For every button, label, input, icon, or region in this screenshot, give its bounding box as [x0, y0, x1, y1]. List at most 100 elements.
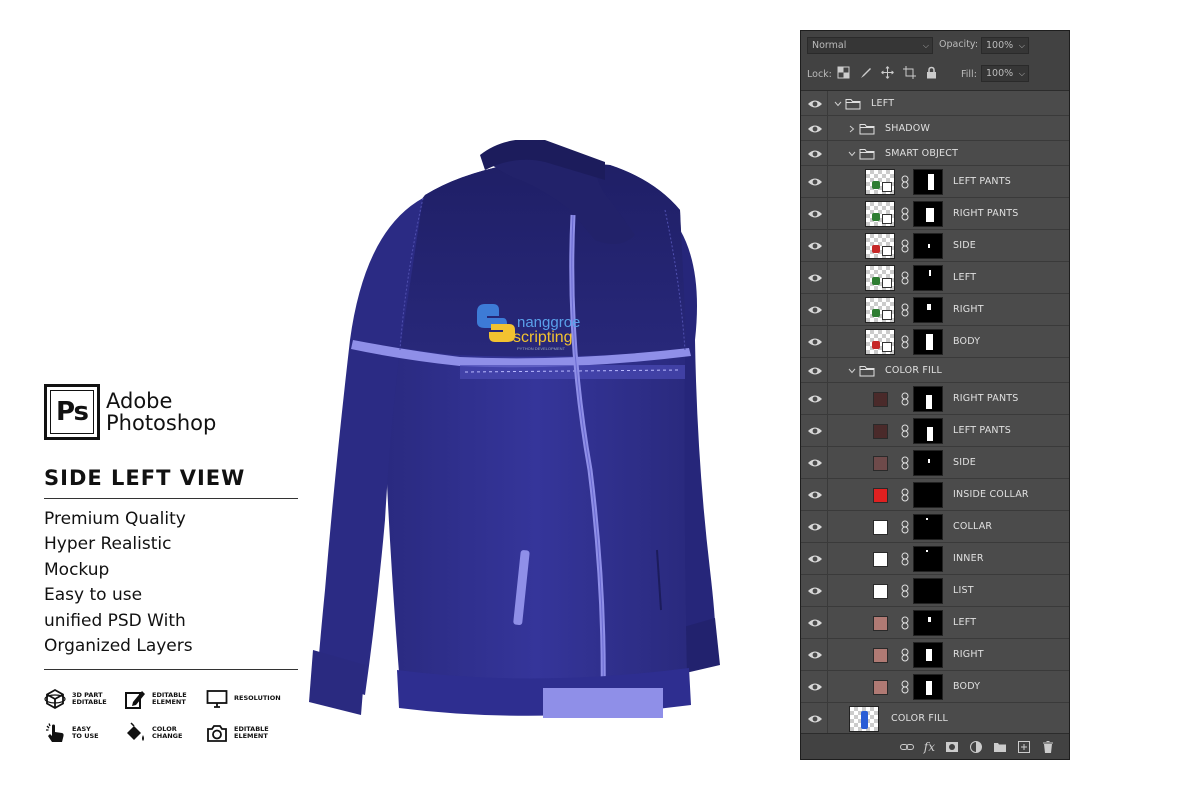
chevron-down-icon[interactable]: [847, 366, 857, 376]
color-fill-swatch[interactable]: [873, 391, 888, 407]
layer-mask-thumbnail[interactable]: [913, 233, 943, 259]
color-fill-swatch[interactable]: [873, 519, 888, 535]
color-fill-swatch[interactable]: [873, 423, 888, 439]
layer-mask-thumbnail[interactable]: [913, 265, 943, 291]
mask-link-icon[interactable]: [901, 456, 909, 470]
layer-mask-thumbnail[interactable]: [913, 450, 943, 476]
layer-row[interactable]: COLOR FILL: [801, 703, 1069, 735]
chevron-down-icon[interactable]: [833, 99, 843, 109]
layer-row[interactable]: SMART OBJECT: [801, 141, 1069, 166]
layer-row[interactable]: RIGHT: [801, 294, 1069, 326]
mask-link-icon[interactable]: [901, 175, 909, 189]
color-fill-swatch[interactable]: [873, 679, 888, 695]
color-fill-swatch[interactable]: [873, 551, 888, 567]
blend-mode-select[interactable]: Normal ⌵: [807, 37, 933, 54]
visibility-eye-icon[interactable]: [807, 681, 823, 693]
layer-mask-thumbnail[interactable]: [913, 674, 943, 700]
visibility-eye-icon[interactable]: [807, 553, 823, 565]
color-fill-swatch[interactable]: [873, 615, 888, 631]
mask-link-icon[interactable]: [901, 335, 909, 349]
visibility-eye-icon[interactable]: [807, 617, 823, 629]
layer-row[interactable]: SIDE: [801, 447, 1069, 479]
layer-row[interactable]: RIGHT PANTS: [801, 383, 1069, 415]
visibility-eye-icon[interactable]: [807, 336, 823, 348]
visibility-eye-icon[interactable]: [807, 176, 823, 188]
color-fill-swatch[interactable]: [873, 583, 888, 599]
chevron-down-icon[interactable]: [847, 149, 857, 159]
fx-icon[interactable]: fx: [924, 740, 935, 754]
visibility-eye-icon[interactable]: [807, 489, 823, 501]
layer-row[interactable]: INSIDE COLLAR: [801, 479, 1069, 511]
visibility-eye-icon[interactable]: [807, 98, 823, 110]
visibility-eye-icon[interactable]: [807, 304, 823, 316]
layer-row[interactable]: LEFT: [801, 91, 1069, 116]
visibility-eye-icon[interactable]: [807, 208, 823, 220]
mask-link-icon[interactable]: [901, 584, 909, 598]
lock-artboard-icon[interactable]: [903, 66, 916, 79]
trash-icon[interactable]: [1041, 740, 1055, 754]
mask-link-icon[interactable]: [901, 680, 909, 694]
mask-link-icon[interactable]: [901, 392, 909, 406]
layer-mask-thumbnail[interactable]: [913, 642, 943, 668]
link-layers-icon[interactable]: [899, 740, 914, 754]
mask-link-icon[interactable]: [901, 271, 909, 285]
layer-row[interactable]: LEFT: [801, 262, 1069, 294]
mask-link-icon[interactable]: [901, 303, 909, 317]
layer-row[interactable]: INNER: [801, 543, 1069, 575]
visibility-eye-icon[interactable]: [807, 393, 823, 405]
mask-link-icon[interactable]: [901, 552, 909, 566]
layer-mask-thumbnail[interactable]: [913, 418, 943, 444]
layer-row[interactable]: COLLAR: [801, 511, 1069, 543]
lock-brush-icon[interactable]: [859, 66, 872, 79]
layer-row[interactable]: LIST: [801, 575, 1069, 607]
layer-row[interactable]: COLOR FILL: [801, 358, 1069, 383]
mask-link-icon[interactable]: [901, 424, 909, 438]
mask-link-icon[interactable]: [901, 207, 909, 221]
layer-mask-thumbnail[interactable]: [913, 329, 943, 355]
mask-link-icon[interactable]: [901, 520, 909, 534]
adjustment-icon[interactable]: [969, 740, 983, 754]
mask-link-icon[interactable]: [901, 648, 909, 662]
chevron-right-icon[interactable]: [847, 124, 857, 134]
mask-link-icon[interactable]: [901, 239, 909, 253]
opacity-input[interactable]: 100% ⌵: [981, 37, 1029, 54]
lock-all-icon[interactable]: [925, 66, 938, 79]
mask-icon[interactable]: [945, 740, 959, 754]
new-group-icon[interactable]: [993, 740, 1007, 754]
layer-row[interactable]: SIDE: [801, 230, 1069, 262]
layer-mask-thumbnail[interactable]: [913, 297, 943, 323]
new-layer-icon[interactable]: [1017, 740, 1031, 754]
layer-row[interactable]: LEFT: [801, 607, 1069, 639]
layer-mask-thumbnail[interactable]: [913, 169, 943, 195]
layer-mask-thumbnail[interactable]: [913, 546, 943, 572]
layer-row[interactable]: LEFT PANTS: [801, 415, 1069, 447]
layer-row[interactable]: SHADOW: [801, 116, 1069, 141]
visibility-eye-icon[interactable]: [807, 148, 823, 160]
layer-mask-thumbnail[interactable]: [913, 201, 943, 227]
layer-mask-thumbnail[interactable]: [913, 610, 943, 636]
layer-row[interactable]: BODY: [801, 671, 1069, 703]
layer-row[interactable]: RIGHT PANTS: [801, 198, 1069, 230]
lock-move-icon[interactable]: [881, 66, 894, 79]
visibility-eye-icon[interactable]: [807, 521, 823, 533]
visibility-eye-icon[interactable]: [807, 240, 823, 252]
color-fill-swatch[interactable]: [873, 647, 888, 663]
fill-input[interactable]: 100% ⌵: [981, 65, 1029, 82]
color-fill-swatch[interactable]: [873, 455, 888, 471]
layer-mask-thumbnail[interactable]: [913, 482, 943, 508]
visibility-eye-icon[interactable]: [807, 425, 823, 437]
visibility-eye-icon[interactable]: [807, 123, 823, 135]
visibility-eye-icon[interactable]: [807, 365, 823, 377]
layer-row[interactable]: LEFT PANTS: [801, 166, 1069, 198]
layer-mask-thumbnail[interactable]: [913, 578, 943, 604]
layer-row[interactable]: BODY: [801, 326, 1069, 358]
mask-link-icon[interactable]: [901, 488, 909, 502]
layer-mask-thumbnail[interactable]: [913, 386, 943, 412]
visibility-eye-icon[interactable]: [807, 713, 823, 725]
lock-transparent-icon[interactable]: [837, 66, 850, 79]
mask-link-icon[interactable]: [901, 616, 909, 630]
visibility-eye-icon[interactable]: [807, 649, 823, 661]
visibility-eye-icon[interactable]: [807, 585, 823, 597]
visibility-eye-icon[interactable]: [807, 457, 823, 469]
layer-mask-thumbnail[interactable]: [913, 514, 943, 540]
